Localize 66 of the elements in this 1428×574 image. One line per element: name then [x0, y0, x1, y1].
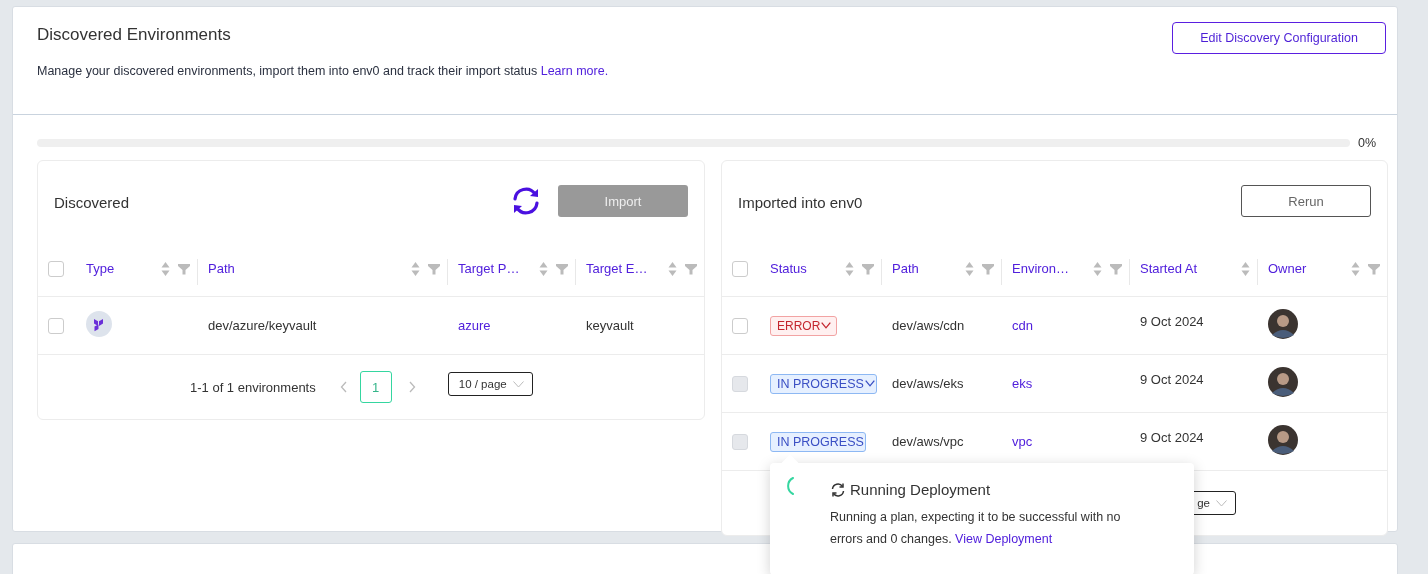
chevron-down-icon	[864, 380, 875, 387]
started-at-cell: 9 Oct 2024	[1140, 430, 1204, 445]
target-project-link[interactable]: azure	[458, 318, 491, 333]
target-environment-cell: keyvault	[586, 318, 634, 333]
progress-percent: 0%	[1358, 136, 1378, 150]
popover-title: Running Deployment	[850, 481, 991, 498]
terraform-icon	[86, 311, 112, 337]
sort-icon[interactable]	[965, 260, 974, 277]
sort-icon[interactable]	[1351, 260, 1360, 277]
filter-icon[interactable]	[982, 262, 994, 275]
column-header[interactable]: Started At	[1140, 261, 1233, 276]
rerun-button[interactable]: Rerun	[1241, 185, 1371, 217]
filter-icon[interactable]	[862, 262, 874, 275]
path-cell: dev/azure/keyvault	[208, 318, 317, 333]
started-at-cell: 9 Oct 2024	[1140, 314, 1204, 329]
column-header[interactable]: Path	[208, 261, 403, 276]
filter-icon[interactable]	[556, 262, 568, 275]
path-cell: dev/aws/eks	[892, 376, 964, 391]
column-header[interactable]: Type	[86, 261, 153, 276]
sort-icon[interactable]	[1093, 260, 1102, 277]
column-header[interactable]: Target P…	[458, 261, 531, 276]
sort-icon[interactable]	[539, 260, 548, 277]
filter-icon[interactable]	[178, 262, 190, 275]
started-at-cell: 9 Oct 2024	[1140, 372, 1204, 387]
learn-more-link[interactable]: Learn more.	[540, 64, 609, 78]
column-header[interactable]: Status	[770, 261, 837, 276]
column-header[interactable]: Environ…	[1012, 261, 1085, 276]
page-description: Manage your discovered environments, import them into env0 and track their import status Learn more.	[37, 64, 609, 78]
filter-icon[interactable]	[428, 262, 440, 275]
page-title: Discovered Environments	[37, 25, 232, 45]
filter-icon[interactable]	[1110, 262, 1122, 275]
row-checkbox[interactable]	[732, 317, 748, 334]
column-header[interactable]: Target E…	[586, 261, 660, 276]
sort-icon[interactable]	[411, 260, 420, 277]
next-page-icon[interactable]	[407, 381, 416, 393]
avatar	[1268, 309, 1298, 339]
sort-icon[interactable]	[845, 260, 854, 277]
avatar	[1268, 425, 1298, 455]
pagination-summary: 1-1 of 1 environments	[190, 379, 316, 395]
view-deployment-link[interactable]: View Deployment	[955, 532, 1053, 546]
chevron-down-icon	[821, 322, 832, 329]
panel-title: Imported into env0	[738, 193, 864, 211]
popover-text: Running a plan, expecting it to be successful with no errors and 0 changes. View Deployment	[830, 509, 1122, 548]
sort-icon[interactable]	[1241, 260, 1250, 277]
select-all-checkbox[interactable]	[48, 260, 64, 277]
edit-discovery-configuration-button[interactable]: Edit Discovery Configuration	[1172, 22, 1386, 54]
avatar	[1268, 367, 1298, 397]
refresh-icon	[830, 481, 846, 498]
path-cell: dev/aws/cdn	[892, 318, 965, 333]
page-size-select[interactable]: 10 / page	[447, 372, 533, 396]
spinner-icon	[786, 477, 794, 495]
chevron-down-icon	[512, 380, 524, 388]
select-all-checkbox[interactable]	[732, 260, 748, 277]
status-tag[interactable]: ERROR	[770, 315, 838, 336]
environment-link[interactable]: cdn	[1012, 318, 1033, 333]
filter-icon[interactable]	[1368, 262, 1380, 275]
panel-title: Discovered	[54, 193, 131, 211]
path-cell: dev/aws/vpc	[892, 434, 964, 449]
sort-icon[interactable]	[668, 260, 677, 277]
filter-icon[interactable]	[685, 262, 697, 275]
column-header[interactable]: Path	[892, 261, 957, 276]
chevron-down-icon	[1216, 499, 1227, 507]
column-header[interactable]: Owner	[1268, 261, 1343, 276]
row-checkbox[interactable]	[48, 317, 64, 334]
previous-page-icon[interactable]	[339, 381, 348, 393]
sort-icon[interactable]	[161, 260, 170, 277]
